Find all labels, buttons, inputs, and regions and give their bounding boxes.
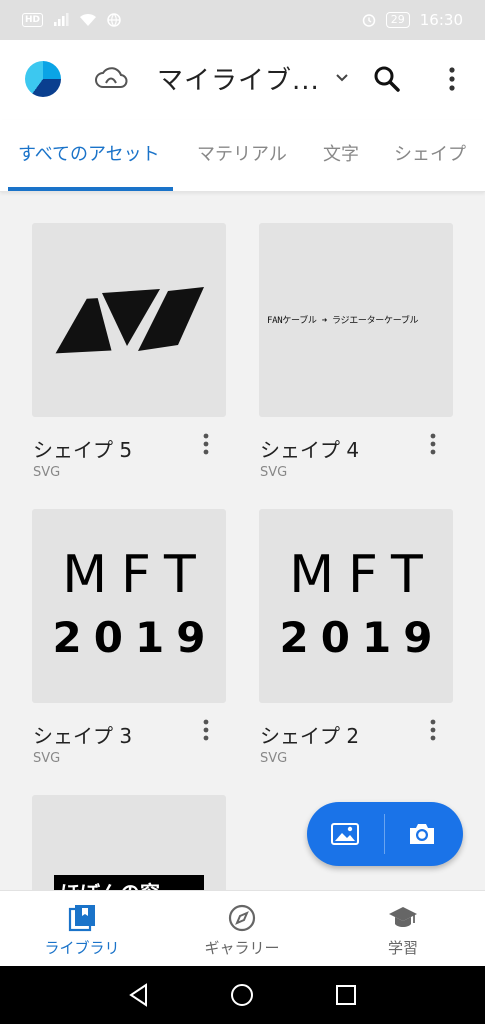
nav-learn[interactable]: 学習 — [323, 891, 483, 967]
compass-icon — [228, 904, 256, 932]
nav-library[interactable]: ライブラリ — [2, 891, 162, 967]
asset-tabs: すべてのアセット マテリアル 文字 シェイプ — [0, 120, 485, 192]
signal-icon — [54, 13, 69, 26]
asset-thumbnail-partial[interactable]: ほぼんの窓 — [32, 795, 226, 895]
creative-cloud-icon[interactable] — [94, 65, 128, 93]
home-icon[interactable] — [229, 982, 255, 1008]
graduation-cap-icon — [389, 907, 417, 927]
nav-label: ライブラリ — [44, 939, 120, 957]
asset-more-icon[interactable] — [196, 430, 216, 460]
status-right: 29 16:30 — [362, 11, 463, 29]
asset-more-icon[interactable] — [196, 716, 216, 746]
tab-active-indicator — [8, 187, 173, 191]
app-header: マイライブ... — [0, 40, 485, 120]
app-logo-icon[interactable] — [25, 61, 61, 97]
asset-name[interactable]: シェイプ 5 — [33, 434, 132, 463]
asset-more-icon[interactable] — [423, 716, 443, 746]
mft-line-1: MFT — [62, 545, 210, 605]
asset-type: SVG — [260, 751, 288, 766]
status-left: HD — [22, 13, 121, 27]
battery-indicator: 29 — [385, 12, 410, 28]
back-icon[interactable] — [126, 982, 152, 1008]
mft-line-2: 2019 — [279, 613, 445, 662]
system-navigation-bar — [0, 966, 485, 1024]
asset-thumbnail-shape-5[interactable] — [32, 223, 226, 417]
recents-icon[interactable] — [333, 982, 359, 1008]
handwritten-text: FANケーブル ➜ ラジエーターケーブル — [267, 316, 419, 326]
add-asset-fab — [307, 802, 463, 866]
more-vert-icon[interactable] — [440, 62, 464, 96]
mft-line-2: 2019 — [52, 613, 218, 662]
camera-icon[interactable] — [407, 820, 437, 848]
wifi-icon — [80, 13, 97, 26]
nav-label: ギャラリー — [204, 939, 280, 957]
shape-logo-graphic — [55, 287, 204, 354]
asset-name[interactable]: シェイプ 3 — [33, 720, 132, 749]
status-time: 16:30 — [419, 11, 463, 29]
image-icon[interactable] — [331, 821, 359, 847]
tab-text[interactable]: 文字 — [323, 140, 359, 166]
asset-type: SVG — [33, 465, 61, 480]
nav-gallery[interactable]: ギャラリー — [162, 891, 322, 967]
tab-shapes[interactable]: シェイプ — [394, 140, 466, 166]
asset-type: SVG — [260, 465, 288, 480]
asset-thumbnail-shape-3[interactable]: MFT 2019 — [32, 509, 226, 703]
asset-more-icon[interactable] — [423, 430, 443, 460]
fab-divider — [384, 814, 385, 854]
status-bar: HD 29 16:30 — [0, 0, 485, 40]
asset-name[interactable]: シェイプ 4 — [260, 434, 359, 463]
alarm-icon — [362, 14, 376, 27]
nav-label: 学習 — [387, 939, 418, 957]
globe-icon — [107, 13, 121, 27]
mft-line-1: MFT — [289, 545, 437, 605]
asset-thumbnail-shape-4[interactable]: FANケーブル ➜ ラジエーターケーブル — [259, 223, 453, 417]
bottom-navigation: ライブラリ ギャラリー 学習 — [0, 890, 485, 966]
tab-materials[interactable]: マテリアル — [197, 140, 287, 166]
chevron-down-icon[interactable] — [333, 68, 351, 86]
asset-type: SVG — [33, 751, 61, 766]
asset-name[interactable]: シェイプ 2 — [260, 720, 359, 749]
tab-all-assets[interactable]: すべてのアセット — [18, 140, 160, 166]
library-icon — [68, 905, 95, 932]
network-badge: HD — [22, 13, 44, 27]
asset-thumbnail-shape-2[interactable]: MFT 2019 — [259, 509, 453, 703]
library-title[interactable]: マイライブ... — [157, 60, 320, 97]
search-icon[interactable] — [372, 64, 402, 94]
